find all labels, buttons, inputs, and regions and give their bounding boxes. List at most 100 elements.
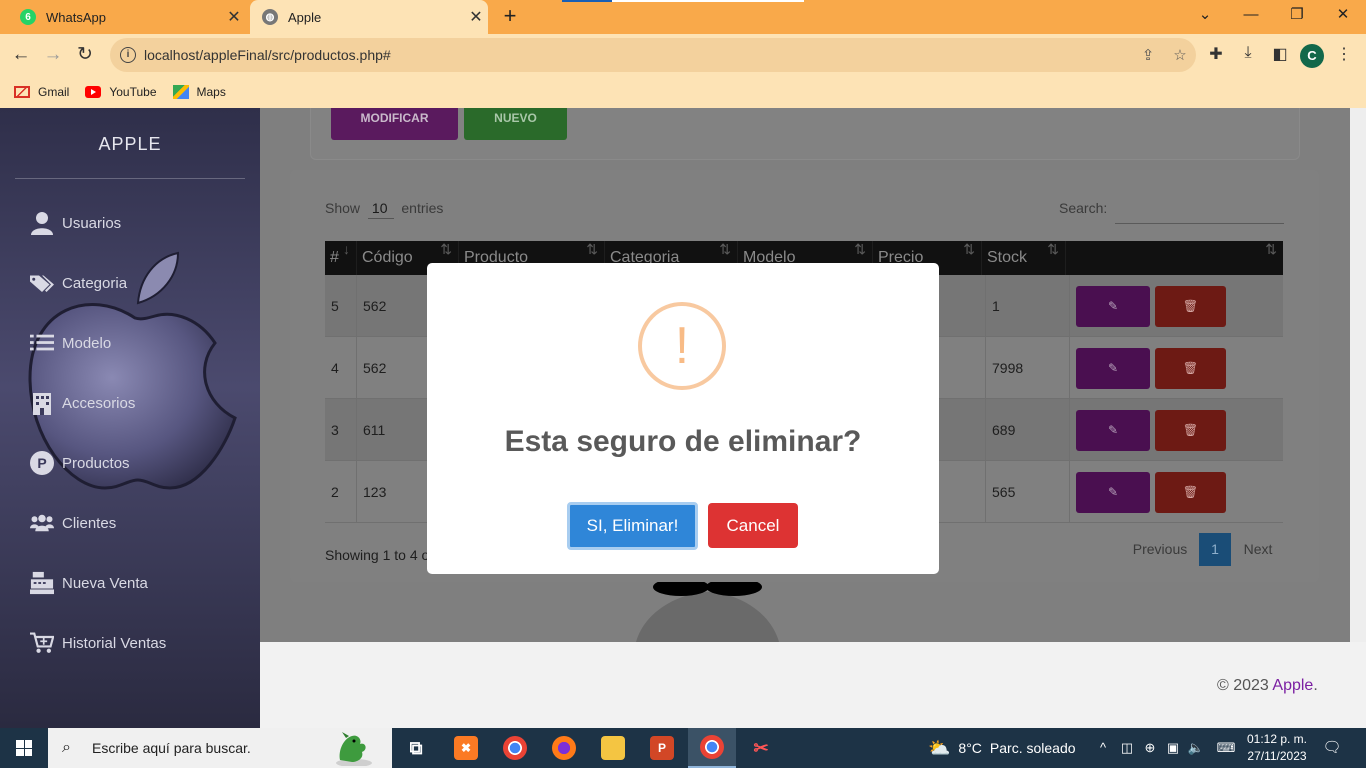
start-button[interactable] [0,728,48,768]
sidebar-item-categoria[interactable]: Categoria [30,268,127,298]
chrome-icon [503,736,527,760]
url-text[interactable]: localhost/appleFinal/src/productos.php# [144,47,1132,63]
bookmark-gmail[interactable]: Gmail [14,85,69,99]
taskbar-app-xampp[interactable]: ✖ [442,728,490,768]
search-label: Search: [1059,200,1108,216]
taskbar-app-firefox[interactable] [540,728,588,768]
trash-icon: 🗑 [1182,485,1199,499]
side-panel-icon[interactable]: ◧ [1268,44,1292,66]
tab-apple[interactable]: ◍ Apple ✕ [250,0,488,34]
chevron-up-icon[interactable]: ^ [1094,739,1112,757]
forward-button[interactable]: → [40,42,66,68]
new-tab-button[interactable]: + [498,5,522,29]
minimize-button[interactable]: — [1228,0,1274,30]
pagination-previous[interactable]: Previous [1128,533,1192,566]
reload-button[interactable]: ↻ [72,42,98,68]
sidebar-item-label: Usuarios [62,214,122,232]
pagination-next[interactable]: Next [1238,533,1278,566]
entries-select[interactable]: 10 [367,200,394,219]
sidebar-item-productos[interactable]: P Productos [30,448,130,478]
sidebar-item-label: Historial Ventas [62,634,167,652]
cancel-button[interactable]: Cancel [708,503,798,548]
weather-widget[interactable]: ⛅ 8°C Parc. soleado [928,728,1076,768]
column-header-stock[interactable]: Stock ⇅ [982,241,1066,275]
task-view-button[interactable]: ⧉ [392,728,440,768]
sidebar-item-historial-ventas[interactable]: Historial Ventas [30,628,166,658]
share-icon[interactable]: ⇪ [1132,46,1164,64]
search-icon: ⌕ [62,739,71,756]
sidebar-item-clientes[interactable]: Clientes [30,508,116,538]
close-window-button[interactable]: ✕ [1320,0,1366,30]
youtube-icon [85,86,102,98]
search-input[interactable] [1115,223,1284,224]
edit-button[interactable]: ✎ [1076,285,1150,327]
volume-muted-icon[interactable]: 🔈 [1187,739,1205,757]
footer-area [260,642,1366,728]
tab-search-button[interactable]: ⌄ [1182,0,1228,30]
sidebar-item-label: Modelo [62,334,112,352]
taskbar-app-chrome-profile[interactable] [688,728,736,768]
download-icon[interactable]: ⤓ [1236,44,1260,66]
modify-button[interactable]: MODIFICAR [331,108,458,140]
tab-whatsapp[interactable]: 6 WhatsApp ✕ [8,0,246,34]
entries-length-control: Show 10 entries [325,200,443,219]
confirm-delete-button[interactable]: SI, Eliminar! [567,502,698,550]
pagination-page-1[interactable]: 1 [1199,533,1231,566]
close-icon[interactable]: ✕ [464,7,488,27]
sidebar-item-accesorios[interactable]: Accesorios [30,388,135,418]
column-header-id[interactable]: # ↓ [325,241,357,275]
menu-kebab-icon[interactable]: ⋮ [1332,44,1356,66]
new-button[interactable]: NUEVO [464,108,567,140]
taskbar-app-snipping[interactable]: ✂ [737,728,785,768]
close-icon[interactable]: ✕ [222,7,246,27]
bookmark-youtube[interactable]: YouTube [85,85,157,99]
column-header-actions[interactable]: ⇅ [1066,241,1283,275]
users-icon [30,511,54,535]
camera-icon[interactable]: ◫ [1118,739,1136,757]
sidebar-item-modelo[interactable]: Modelo [30,328,111,358]
cell-stock: 689 [986,399,1070,461]
sort-icon: ⇅ [963,241,975,257]
taskbar-app-file-explorer[interactable] [589,728,637,768]
taskbar-app-powerpoint[interactable]: P [638,728,686,768]
info-icon[interactable]: i [120,47,136,63]
display-icon[interactable]: ▣ [1164,739,1182,757]
tab-label: WhatsApp [46,9,106,25]
footer-brand-link[interactable]: Apple [1272,677,1313,694]
edit-button[interactable]: ✎ [1076,409,1150,451]
mascot-image [636,582,779,642]
bookmark-label: YouTube [109,85,157,99]
profile-avatar[interactable]: C [1300,44,1324,68]
cell-stock: 7998 [986,337,1070,399]
bookmarks-bar: Gmail YouTube Maps [0,76,1366,108]
edit-icon: ✎ [1107,423,1119,437]
network-icon[interactable]: ⊕ [1141,739,1159,757]
restore-button[interactable]: ❐ [1274,0,1320,30]
clock-time: 01:12 p. m. [1246,732,1308,746]
address-bar[interactable]: i localhost/appleFinal/src/productos.php… [110,38,1196,72]
bookmark-maps[interactable]: Maps [172,85,226,99]
notification-icon[interactable]: 🗨 [1322,738,1342,758]
sidebar-item-usuarios[interactable]: Usuarios [30,208,121,238]
delete-button[interactable]: 🗑 [1155,347,1226,389]
extensions-icon[interactable]: ✚ [1204,44,1228,66]
keyboard-icon[interactable]: ⌨ [1214,739,1238,757]
app-brand[interactable]: APPLE [0,134,260,155]
delete-button[interactable]: 🗑 [1155,285,1226,327]
back-button[interactable]: ← [8,42,34,68]
edit-button[interactable]: ✎ [1076,471,1150,513]
cell-actions: ✎ 🗑 [1070,337,1283,399]
system-clock[interactable]: 01:12 p. m. 27/11/2023 [1240,731,1314,765]
star-icon[interactable]: ☆ [1164,46,1196,64]
sort-icon: ⇅ [719,241,731,257]
delete-button[interactable]: 🗑 [1155,471,1226,513]
taskbar-app-chrome[interactable] [491,728,539,768]
edit-button[interactable]: ✎ [1076,347,1150,389]
delete-button[interactable]: 🗑 [1155,409,1226,451]
sidebar-item-label: Accesorios [62,394,136,412]
tags-icon [30,271,54,295]
sidebar-item-nueva-venta[interactable]: Nueva Venta [30,568,148,598]
tab-label: Apple [288,9,322,25]
weather-temp: 8°C [958,740,982,756]
cash-register-icon [30,571,54,595]
